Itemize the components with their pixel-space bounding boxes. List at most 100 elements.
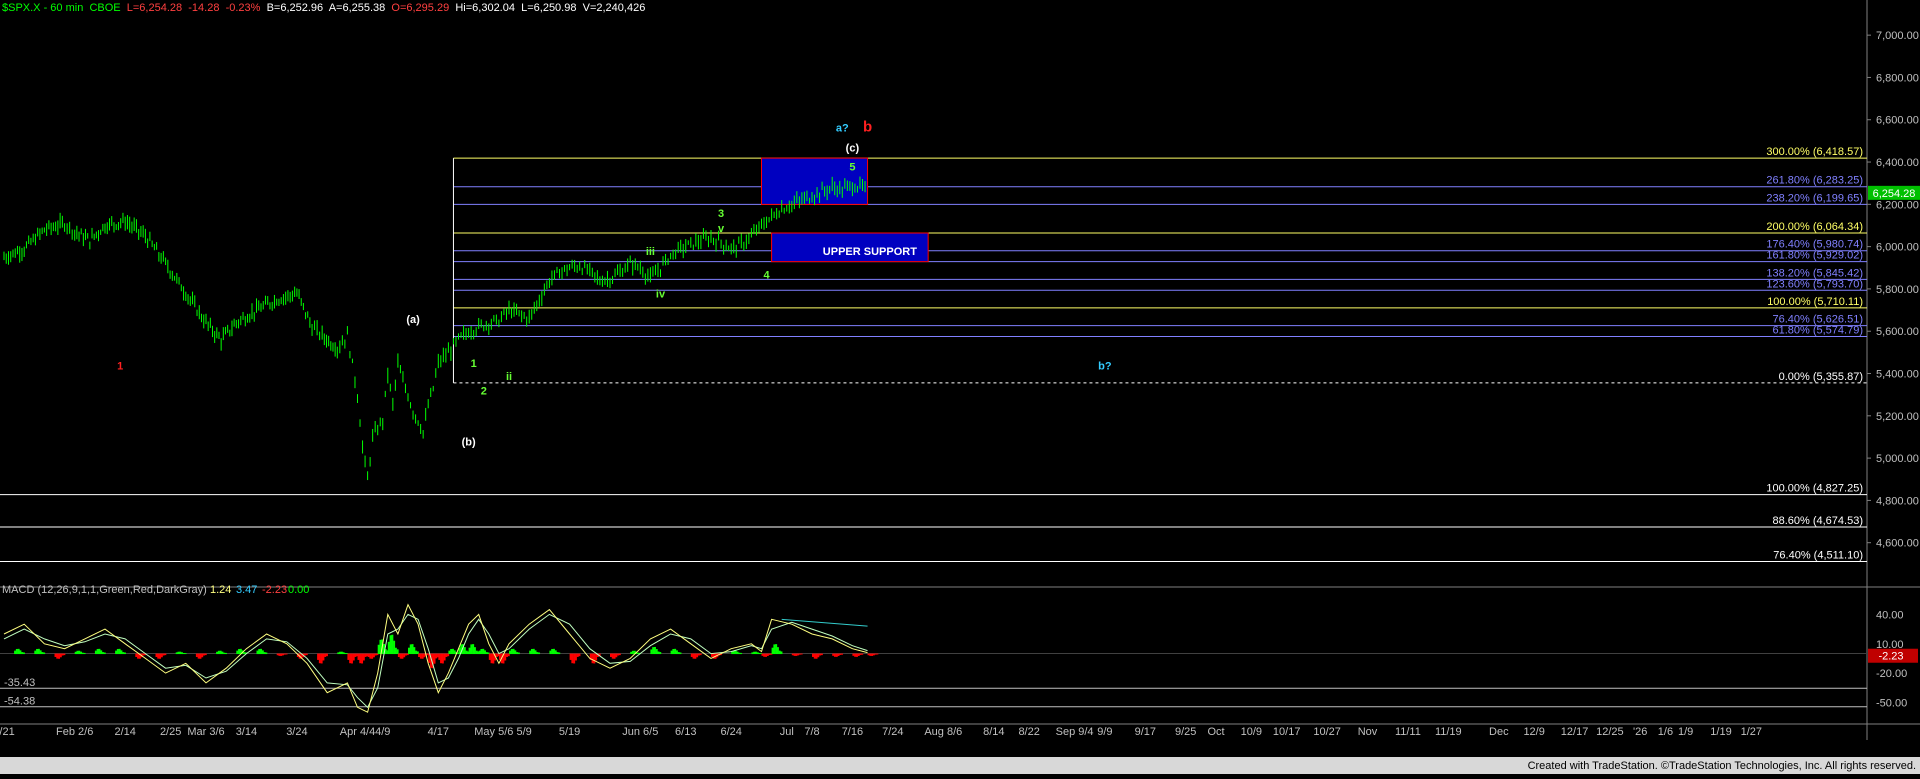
macd-histogram-bar: [438, 653, 441, 660]
wave-label: b?: [1098, 360, 1112, 372]
macd-histogram-bar: [243, 652, 246, 655]
fib-level-label: 100.00% (4,827.25): [1766, 483, 1863, 495]
time-axis-label: 11/19: [1435, 726, 1462, 738]
macd-histogram-bar: [761, 653, 764, 656]
macd-histogram-bar: [318, 653, 321, 664]
macd-histogram-bar: [391, 634, 394, 655]
macd-histogram-bar: [164, 653, 167, 656]
macd-histogram-bar: [349, 653, 352, 664]
fib-level-label: 100.00% (5,710.11): [1767, 296, 1863, 308]
wave-label: b: [863, 118, 872, 135]
macd-histogram-bar: [81, 652, 84, 655]
price-axis-label: 6,200.00: [1876, 199, 1919, 211]
macd-histogram-bar: [697, 653, 700, 656]
macd-histogram-bar: [736, 651, 739, 655]
macd-histogram-bar: [613, 653, 616, 659]
macd-histogram-bar: [157, 653, 160, 659]
macd-histogram-bar: [468, 647, 471, 655]
macd-histogram-bar: [54, 653, 57, 657]
macd-histogram-bar: [175, 652, 178, 655]
macd-histogram-bar: [421, 653, 424, 659]
macd-histogram-bar: [201, 653, 204, 658]
price-axis-label: 5,600.00: [1876, 326, 1919, 338]
macd-histogram-bar: [258, 648, 261, 655]
macd-histogram-bar: [569, 653, 572, 660]
macd-histogram-bar: [160, 653, 163, 658]
macd-histogram-bar: [470, 644, 473, 655]
macd-histogram-bar: [670, 650, 673, 655]
time-axis-label: 12/25: [1596, 726, 1624, 738]
macd-histogram-bar: [536, 652, 539, 655]
last-price: L=6,254.28: [126, 2, 183, 14]
price-axis-label: 4,800.00: [1876, 495, 1919, 507]
macd-histogram-bar: [219, 650, 222, 655]
macd-histogram-bar: [17, 648, 20, 655]
macd-histogram-bar: [529, 650, 532, 655]
price-axis-label: 6,000.00: [1876, 242, 1919, 254]
macd-histogram-bar: [123, 652, 126, 655]
macd-histogram-bar: [387, 641, 390, 655]
macd-histogram-bar: [837, 653, 840, 656]
macd-histogram-bar: [534, 650, 537, 655]
macd-histogram-bar: [83, 652, 86, 655]
fib-level-label: 76.40% (4,511.10): [1773, 550, 1863, 562]
open-value: O=6,295.29: [391, 2, 450, 14]
macd-histogram-bar: [445, 653, 448, 657]
wave-label: 5: [849, 161, 855, 173]
time-axis-label: 10/9: [1241, 726, 1262, 738]
macd-histogram-bar: [488, 653, 491, 660]
macd-histogram-bar: [766, 653, 769, 656]
macd-histogram-bar: [832, 653, 835, 656]
time-axis-label: 9/25: [1175, 726, 1196, 738]
time-axis-label: 12/17: [1561, 726, 1589, 738]
macd-histogram-bar: [339, 651, 342, 655]
macd-histogram-bar: [409, 644, 412, 655]
macd-ref-label: -35.43: [4, 677, 35, 689]
price-axis-label: 5,800.00: [1876, 284, 1919, 296]
macd-histogram-bar: [578, 653, 581, 657]
macd-histogram-bar: [740, 652, 743, 655]
macd-histogram-bar: [549, 650, 552, 655]
macd-histogram-bar: [775, 644, 778, 655]
macd-readout: 3.47: [236, 584, 257, 596]
macd-histogram-bar: [389, 635, 392, 655]
macd-histogram-bar: [278, 653, 281, 656]
macd-histogram-bar: [451, 648, 454, 655]
macd-histogram-bar: [199, 653, 202, 659]
time-axis-label: 9/9: [1097, 726, 1112, 738]
wave-label: 1: [117, 360, 123, 372]
macd-axis-label: -20.00: [1876, 668, 1907, 680]
macd-histogram-bar: [96, 648, 99, 655]
macd-histogram-bar: [317, 653, 320, 660]
macd-histogram-bar: [538, 652, 541, 655]
bid-value: B=6,252.96: [266, 2, 324, 14]
macd-histogram-bar: [504, 653, 507, 661]
macd-histogram-bar: [867, 653, 870, 656]
macd-histogram-bar: [340, 651, 343, 655]
macd-histogram-bar: [758, 652, 761, 655]
macd-histogram-bar: [403, 653, 406, 658]
wave-label: (b): [462, 436, 476, 448]
macd-histogram-bar: [61, 653, 64, 656]
macd-histogram-bar: [282, 653, 285, 656]
macd-histogram-bar: [751, 652, 754, 655]
macd-histogram-bar: [472, 644, 475, 655]
time-axis-label: 6/24: [720, 726, 741, 738]
macd-histogram-bar: [450, 648, 453, 655]
macd-histogram-bar: [552, 648, 555, 655]
macd-histogram-bar: [655, 649, 658, 655]
macd-histogram-bar: [871, 653, 874, 656]
macd-histogram-bar: [116, 648, 119, 655]
macd-histogram-bar: [813, 653, 816, 659]
macd-histogram-bar: [216, 651, 219, 655]
fib-level-label: 200.00% (6,064.34): [1766, 221, 1863, 233]
macd-histogram-bar: [819, 653, 822, 656]
fib-level-label: 123.60% (5,793.70): [1766, 278, 1863, 290]
macd-histogram-bar: [869, 653, 872, 656]
macd-ref-label: -54.38: [4, 696, 35, 708]
macd-histogram-bar: [571, 653, 574, 664]
time-axis-label: 7/24: [882, 726, 903, 738]
macd-histogram-bar: [74, 651, 77, 655]
macd-histogram-bar: [372, 653, 375, 658]
fib-level-label: 300.00% (6,418.57): [1766, 146, 1863, 158]
